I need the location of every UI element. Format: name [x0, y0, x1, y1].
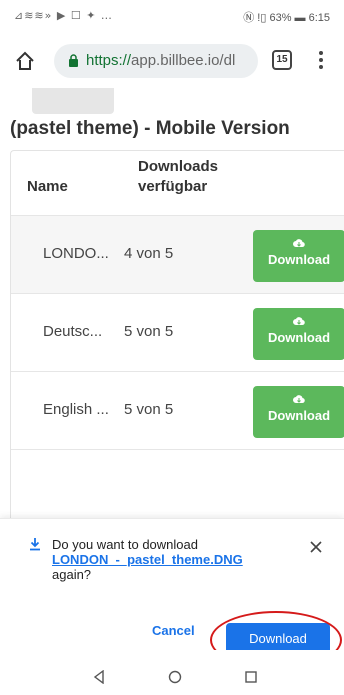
- table-footer: [11, 449, 344, 451]
- download-button-label: Download: [267, 330, 331, 345]
- page-content: (pastel theme) - Mobile Version Name Dow…: [0, 88, 344, 518]
- cloud-download-icon: [293, 395, 305, 404]
- url-field[interactable]: https://app.billbee.io/dl: [54, 44, 258, 78]
- home-icon[interactable]: [14, 50, 36, 72]
- column-header-downloads: Downloads verfügbar: [138, 158, 219, 195]
- logo-image: [32, 88, 114, 114]
- file-name: English ...: [43, 401, 109, 418]
- file-name-link[interactable]: LONDON_-_pastel_theme.DNG: [52, 552, 282, 567]
- more-menu-icon[interactable]: [312, 48, 330, 72]
- download-button[interactable]: Download: [253, 386, 344, 438]
- browser-toolbar: https://app.billbee.io/dl 15: [0, 34, 344, 88]
- cloud-download-icon: [293, 239, 305, 248]
- file-name: LONDO...: [43, 245, 109, 262]
- home-circle-icon[interactable]: [168, 670, 182, 684]
- back-icon[interactable]: [92, 670, 106, 684]
- download-count: 5 von 5: [124, 401, 174, 418]
- page-title: (pastel theme) - Mobile Version: [10, 118, 290, 139]
- download-button-label: Download: [267, 408, 331, 423]
- cloud-download-icon: [293, 317, 305, 326]
- download-button-label: Download: [267, 252, 331, 267]
- url-text: https://app.billbee.io/dl: [86, 52, 236, 69]
- download-prompt-text: Do you want to download LONDON_-_pastel_…: [52, 537, 282, 582]
- lock-icon: [69, 54, 78, 67]
- table-row: Deutsc... 5 von 5 Download: [11, 293, 344, 371]
- file-name: Deutsc...: [43, 323, 103, 340]
- status-icons-left: ⊿≋≋» ▶ ☐ ✦ …: [14, 9, 113, 22]
- column-header-name: Name: [27, 178, 68, 195]
- table-row: English ... 5 von 5 Download: [11, 371, 344, 449]
- recent-apps-icon[interactable]: [244, 670, 258, 684]
- cancel-button[interactable]: Cancel: [152, 623, 195, 638]
- system-nav-bar: [0, 650, 344, 695]
- download-prompt: Do you want to download LONDON_-_pastel_…: [0, 518, 344, 669]
- status-icons-right: Ⓝ !▯ 63% ▬ 6:15: [243, 12, 330, 24]
- downloads-table: Name Downloads verfügbar LONDO... 4 von …: [10, 150, 344, 518]
- status-bar: ⊿≋≋» ▶ ☐ ✦ … Ⓝ !▯ 63% ▬ 6:15: [0, 0, 344, 32]
- download-button[interactable]: Download: [253, 230, 344, 282]
- tab-switcher-button[interactable]: 15: [272, 50, 292, 70]
- table-row: LONDO... 4 von 5 Download: [11, 215, 344, 293]
- download-count: 5 von 5: [124, 323, 174, 340]
- close-icon[interactable]: [308, 539, 324, 555]
- download-icon: [30, 538, 40, 551]
- download-button[interactable]: Download: [253, 308, 344, 360]
- prompt-question: Do you want to download: [52, 537, 198, 552]
- download-count: 4 von 5: [124, 245, 174, 262]
- prompt-suffix: again?: [52, 567, 92, 582]
